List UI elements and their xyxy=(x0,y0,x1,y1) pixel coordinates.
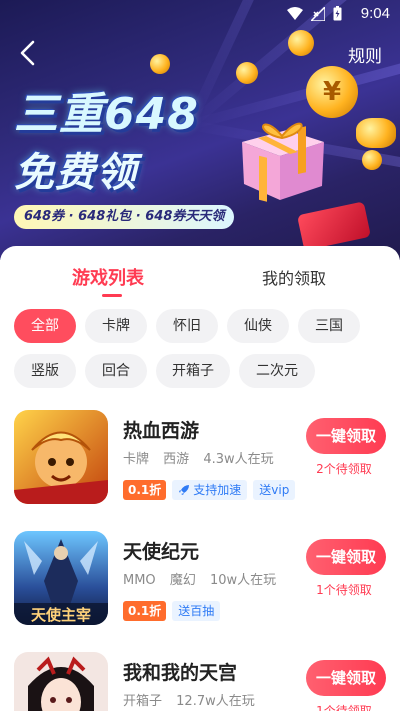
back-arrow-icon[interactable] xyxy=(14,38,44,68)
player-count: 12.7w人在玩 xyxy=(176,694,255,709)
game-tag: 开箱子 xyxy=(123,694,163,709)
discount-badge: 0.1折 xyxy=(123,480,167,500)
claim-all-button[interactable]: 一键领取 xyxy=(306,660,386,696)
coin-decoration xyxy=(362,150,382,170)
clock: 9:04 xyxy=(360,5,390,22)
claim-all-button[interactable]: 一键领取 xyxy=(306,418,386,454)
gift-box-icon xyxy=(242,122,324,202)
game-list-item[interactable]: 热血西游 卡牌 西游 4.3w人在玩 0.1折 支持加速 送vip 一键领取 2… xyxy=(0,410,400,520)
banner-tagline: 648券 · 648礼包 · 648券天天领 xyxy=(14,205,235,229)
pending-count: 2个待领取 xyxy=(316,462,372,476)
game-icon-tianshi-jiyuan[interactable]: 天使主宰 xyxy=(14,531,108,625)
player-count: 10w人在玩 xyxy=(209,573,277,588)
pending-count: 1个待领取 xyxy=(316,704,372,711)
status-bar: 9:04 xyxy=(0,0,400,28)
coin-decoration xyxy=(150,54,170,74)
filter-chip-card[interactable]: 卡牌 xyxy=(85,309,147,343)
pending-count: 1个待领取 xyxy=(316,583,372,597)
filter-chip-loot-box[interactable]: 开箱子 xyxy=(156,354,230,388)
tab-label: 游戏列表 xyxy=(72,268,144,289)
gold-ingot-icon xyxy=(356,118,396,148)
banner-title-line2: 免费领 xyxy=(14,150,137,196)
game-list-item[interactable]: 我和我的天宫 开箱子 12.7w人在玩 一键领取 1个待领取 xyxy=(0,652,400,711)
banner-title-line1: 三重648 xyxy=(14,78,199,142)
coin-decoration xyxy=(288,30,314,56)
tab-label: 我的领取 xyxy=(262,269,327,288)
red-envelope-icon xyxy=(297,201,371,251)
player-count: 4.3w人在玩 xyxy=(203,452,274,467)
filter-chip-three-kingdoms[interactable]: 三国 xyxy=(298,309,360,343)
game-list-item[interactable]: 天使主宰 天使纪元 MMO 魔幻 10w人在玩 0.1折 送百抽 一键领取 1个… xyxy=(0,531,400,641)
filter-chip-xianxia[interactable]: 仙侠 xyxy=(227,309,289,343)
game-title[interactable]: 我和我的天宫 xyxy=(123,658,237,685)
promo-banner: ¥ 9:04 规则 三重648 免费领 648券 · 648礼包 · 648券天… xyxy=(0,0,400,260)
game-title[interactable]: 热血西游 xyxy=(123,416,199,443)
rocket-icon xyxy=(179,485,190,495)
filter-chip-all[interactable]: 全部 xyxy=(14,309,76,343)
discount-badge: 0.1折 xyxy=(123,601,167,621)
game-badges: 0.1折 支持加速 送vip xyxy=(123,480,296,500)
active-tab-indicator xyxy=(102,294,122,297)
game-icon-rexue-xiyou[interactable] xyxy=(14,410,108,504)
game-icon-caption: 天使主宰 xyxy=(31,606,91,624)
perk-badge-accelerate: 支持加速 xyxy=(172,480,248,500)
perk-badge-vip: 送vip xyxy=(253,480,296,500)
tab-game-list[interactable]: 游戏列表 xyxy=(72,264,144,297)
tab-my-claims[interactable]: 我的领取 xyxy=(262,264,326,294)
game-meta: MMO 魔幻 10w人在玩 xyxy=(123,569,286,588)
filter-chip-vertical[interactable]: 竖版 xyxy=(14,354,76,388)
game-tag: MMO xyxy=(123,573,156,588)
filter-chip-turn-based[interactable]: 回合 xyxy=(85,354,147,388)
game-icon-tiangong[interactable] xyxy=(14,652,108,711)
game-meta: 开箱子 12.7w人在玩 xyxy=(123,690,265,709)
signal-icon xyxy=(311,6,325,21)
game-tag: 卡牌 xyxy=(123,452,150,467)
coin-decoration xyxy=(236,62,258,84)
game-badges: 0.1折 送百抽 xyxy=(123,601,221,621)
wifi-icon xyxy=(287,7,303,20)
filter-chip-nostalgic[interactable]: 怀旧 xyxy=(156,309,218,343)
game-tag: 西游 xyxy=(163,452,190,467)
game-meta: 卡牌 西游 4.3w人在玩 xyxy=(123,448,284,467)
game-title[interactable]: 天使纪元 xyxy=(123,537,199,564)
perk-label: 支持加速 xyxy=(193,483,242,497)
perk-badge-draws: 送百抽 xyxy=(172,601,221,621)
filter-chip-anime[interactable]: 二次元 xyxy=(239,354,315,388)
rules-link[interactable]: 规则 xyxy=(348,42,382,67)
status-icons xyxy=(287,6,342,21)
battery-icon xyxy=(333,6,342,21)
claim-all-button[interactable]: 一键领取 xyxy=(306,539,386,575)
game-tag: 魔幻 xyxy=(169,573,196,588)
